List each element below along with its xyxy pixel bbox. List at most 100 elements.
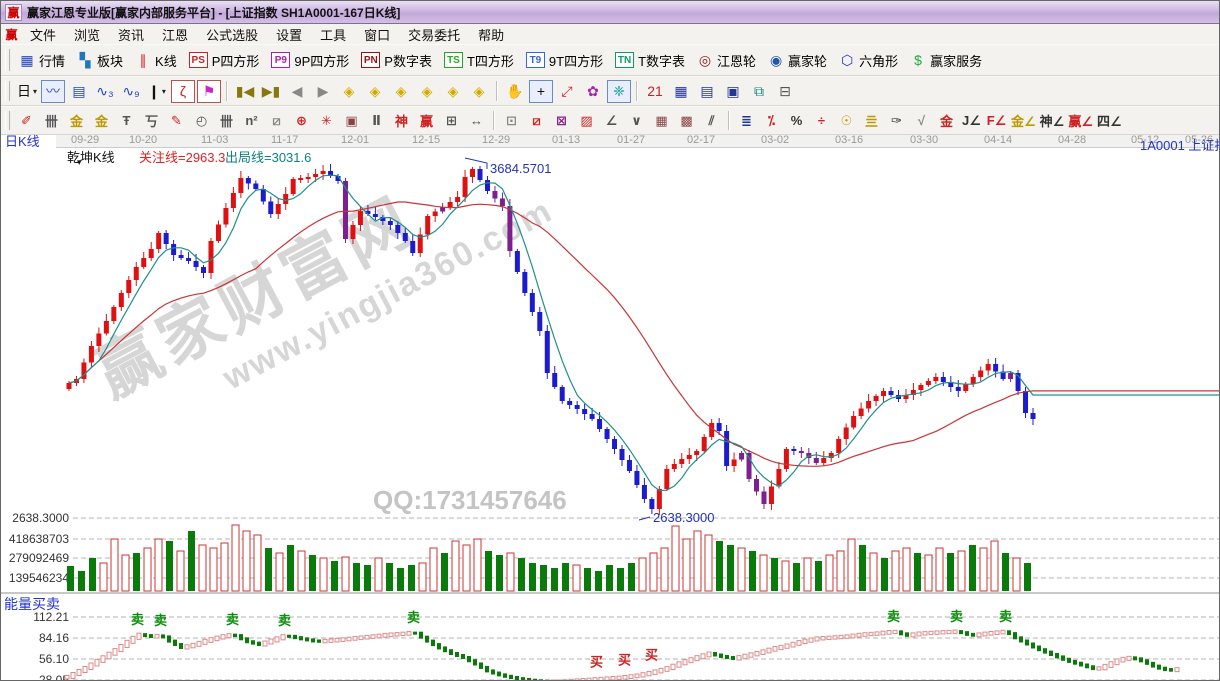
diamond-spread-button[interactable]: ◈: [389, 80, 413, 103]
box-grid-tool[interactable]: ▣: [340, 110, 363, 132]
box-fan-tool[interactable]: ▨: [575, 110, 598, 132]
9p-square-button[interactable]: P99P四方形: [267, 48, 356, 73]
wave-chart-button[interactable]: 〰: [41, 80, 65, 103]
t-square-button[interactable]: TST四方形: [440, 48, 521, 73]
menu-window[interactable]: 窗口: [355, 27, 399, 44]
flower-button[interactable]: ✿: [581, 80, 605, 103]
report-button[interactable]: ▤: [695, 80, 719, 103]
diamond-cross-button[interactable]: ◈: [415, 80, 439, 103]
kline-type-label[interactable]: 乾坤K线: [67, 147, 115, 166]
indicator-flag-button[interactable]: ⚑: [197, 80, 221, 103]
percent-hline-tool[interactable]: ÷: [810, 110, 833, 132]
9t-square-button[interactable]: T99T四方形: [522, 48, 610, 73]
bow-ruler-tool[interactable]: 丂: [140, 110, 163, 132]
diamond-right-button[interactable]: ◈: [363, 80, 387, 103]
toolbar-grip[interactable]: [5, 111, 10, 130]
v-lines-tool[interactable]: ∨: [625, 110, 648, 132]
ruler-tool[interactable]: 卌: [40, 110, 63, 132]
p-digit-table-button[interactable]: PNP数字表: [357, 48, 439, 73]
menu-settings[interactable]: 设置: [267, 27, 311, 44]
compass-tool[interactable]: ⊕: [290, 110, 313, 132]
diamond-left-button[interactable]: ◈: [337, 80, 361, 103]
brain-button[interactable]: ❈: [607, 80, 631, 103]
t-digit-table-button[interactable]: TNT数字表: [611, 48, 692, 73]
menu-tools[interactable]: 工具: [311, 27, 355, 44]
toolbar-grip[interactable]: [5, 49, 10, 71]
f-ruler-tool[interactable]: Ŧ: [115, 110, 138, 132]
prev-button[interactable]: ◀: [285, 80, 309, 103]
gold-ruler2-tool[interactable]: 金: [90, 110, 113, 132]
quotes-button[interactable]: ▦行情: [15, 48, 72, 73]
time-ruler-tool[interactable]: ◴: [190, 110, 213, 132]
gold-underline-tool[interactable]: 金: [935, 110, 958, 132]
mirror-angle-tool[interactable]: ⧄: [265, 110, 288, 132]
diamond-center-button[interactable]: ◈: [441, 80, 465, 103]
period-day-button[interactable]: 日▾: [15, 80, 39, 103]
gold-ruler-tool[interactable]: 金: [65, 110, 88, 132]
menu-gann[interactable]: 江恩: [153, 27, 197, 44]
kline-button[interactable]: ∥K线: [131, 48, 184, 73]
menu-browse[interactable]: 浏览: [65, 27, 109, 44]
win-angle-tool[interactable]: 赢∠: [1067, 110, 1094, 132]
kline-type-dropdown-icon[interactable]: ▾: [77, 157, 82, 168]
pencil-flag-tool[interactable]: ✑: [885, 110, 908, 132]
winner-wheel-button[interactable]: ◉赢家轮: [764, 48, 834, 73]
cup-tool[interactable]: √: [910, 110, 933, 132]
note-button[interactable]: ▤: [67, 80, 91, 103]
gold-line-tool[interactable]: 亖: [860, 110, 883, 132]
menu-help[interactable]: 帮助: [469, 27, 513, 44]
shen-angle-tool[interactable]: 神∠: [1039, 110, 1066, 132]
crosshair-button[interactable]: +: [529, 80, 553, 103]
menu-trade[interactable]: 交易委托: [399, 27, 469, 44]
four-angle-tool[interactable]: 四∠: [1096, 110, 1123, 132]
print-button[interactable]: ⊟: [773, 80, 797, 103]
diamond-move-button[interactable]: ◈: [467, 80, 491, 103]
menu-file[interactable]: 文件: [21, 27, 65, 44]
next-button[interactable]: ▶: [311, 80, 335, 103]
calendar-button[interactable]: 21: [643, 80, 667, 103]
double-line-tool[interactable]: Ⅱ: [365, 110, 388, 132]
wave3-button[interactable]: ∿₃: [93, 80, 117, 103]
candle-tool-button[interactable]: ❙▾: [145, 80, 169, 103]
menu-formula-picker[interactable]: 公式选股: [197, 27, 267, 44]
star-grid-tool[interactable]: ✳: [315, 110, 338, 132]
wave9-button[interactable]: ∿₉: [119, 80, 143, 103]
ruler2-tool[interactable]: 卌: [215, 110, 238, 132]
shen-ruler-tool[interactable]: 神: [390, 110, 413, 132]
percent-line-tool[interactable]: ⁒: [760, 110, 783, 132]
save-button[interactable]: ▣: [721, 80, 745, 103]
indicator-pane-label[interactable]: 能量买卖: [4, 594, 60, 614]
red-wave-button[interactable]: ζ: [171, 80, 195, 103]
win-ruler-tool[interactable]: 赢: [415, 110, 438, 132]
percent-tool[interactable]: %: [785, 110, 808, 132]
export-button[interactable]: ⧉: [747, 80, 771, 103]
skip-first-button[interactable]: ▮◀: [233, 80, 257, 103]
gann-grid-tool[interactable]: ≣: [735, 110, 758, 132]
p-square-button[interactable]: PSP四方形: [185, 48, 267, 73]
gold-angle-tool[interactable]: 金∠: [1010, 110, 1037, 132]
fan-lines-tool[interactable]: ⧄: [525, 110, 548, 132]
ruler123-tool[interactable]: ⊞: [440, 110, 463, 132]
hand-pan-button[interactable]: ✋: [503, 80, 527, 103]
winner-service-button[interactable]: $赢家服务: [906, 48, 989, 73]
period-label[interactable]: 日K线: [5, 131, 40, 150]
parallel-tool[interactable]: ⫽: [700, 110, 723, 132]
angle-line-button[interactable]: ⤢: [555, 80, 579, 103]
f-angle-tool[interactable]: F∠: [985, 110, 1008, 132]
sectors-button[interactable]: ▚板块: [73, 48, 130, 73]
brush-tool[interactable]: ✎: [165, 110, 188, 132]
calculator-button[interactable]: ▦: [669, 80, 693, 103]
grid1-tool[interactable]: ▦: [650, 110, 673, 132]
square-tool[interactable]: ⊡: [500, 110, 523, 132]
fan-box-tool[interactable]: ⊠: [550, 110, 573, 132]
n2-ruler-tool[interactable]: n²: [240, 110, 263, 132]
gold-circle-tool[interactable]: ☉: [835, 110, 858, 132]
menu-news[interactable]: 资讯: [109, 27, 153, 44]
j-angle-tool[interactable]: J∠: [960, 110, 983, 132]
h-measure-tool[interactable]: ↔: [465, 110, 488, 132]
gann-wheel-button[interactable]: ◎江恩轮: [693, 48, 763, 73]
grid2-tool[interactable]: ▩: [675, 110, 698, 132]
skip-last-button[interactable]: ▶▮: [259, 80, 283, 103]
hexagon-button[interactable]: ⬡六角形: [835, 48, 905, 73]
toolbar-grip[interactable]: [5, 81, 10, 101]
